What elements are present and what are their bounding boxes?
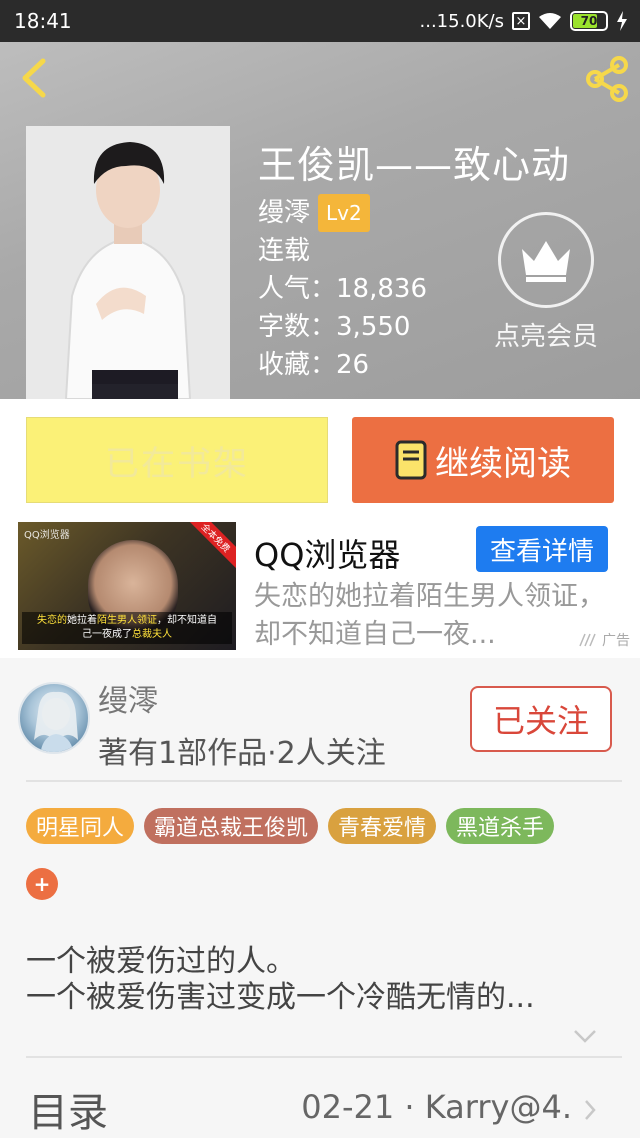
back-button[interactable] [14, 56, 54, 100]
ad-mark-icon [579, 633, 596, 647]
vip-button[interactable]: 点亮会员 [484, 212, 608, 353]
ad-description: 失恋的她拉着陌生男人领证，却不知道自己一夜... [254, 581, 605, 650]
tag-chip[interactable]: 霸道总裁王俊凯 [144, 808, 319, 844]
ad-image-caption: 失恋的她拉着陌生男人领证，却不知道自己一夜成了总裁夫人 [22, 612, 232, 644]
ad-tag: 广告 [572, 630, 634, 650]
ad-image-logo: QQ浏览器 [24, 530, 70, 541]
in-shelf-button[interactable]: 已在书架 [26, 417, 328, 503]
level-badge: Lv2 [318, 194, 370, 232]
word-count-label: 字数： [258, 312, 337, 342]
book-icon [395, 440, 427, 480]
chevron-down-icon[interactable] [572, 1026, 598, 1046]
latest-chapter: 02-21 · Karry@4. [301, 1088, 572, 1126]
caption-part: 总裁夫人 [132, 629, 172, 640]
caption-part: 陌生男人领证 [97, 615, 157, 626]
caption-part: 她拉着 [67, 615, 97, 626]
summary-line: 一个被爱伤过的人。 [26, 944, 296, 979]
no-sim-icon: × [512, 12, 530, 30]
caption-part: 失恋的 [37, 615, 67, 626]
battery-icon: 70 [570, 11, 608, 31]
caption-part: 己一夜成了 [82, 629, 132, 640]
divider [26, 780, 622, 782]
crown-icon [522, 241, 570, 282]
avatar-image [34, 691, 78, 752]
popularity-value: 18,836 [336, 274, 427, 304]
continue-reading-button[interactable]: 继续阅读 [352, 417, 614, 503]
status-bar: 18:41 ...15.0K/s × 70 [0, 0, 640, 42]
author-card-name[interactable]: 缦澪 [98, 676, 158, 720]
summary-line: 一个被爱伤害过变成一个冷酷无情的... [26, 980, 535, 1015]
add-tag-button[interactable]: + [26, 868, 58, 900]
status-time: 18:41 [14, 9, 72, 33]
ad-tag-label: 广告 [602, 633, 630, 649]
ad-image[interactable]: QQ浏览器 全本免费 失恋的她拉着陌生男人领证，却不知道自己一夜成了总裁夫人 [18, 522, 236, 650]
vip-label: 点亮会员 [493, 322, 598, 352]
ad-detail-button[interactable]: 查看详情 [476, 526, 608, 572]
ad-banner[interactable]: QQ浏览器 全本免费 失恋的她拉着陌生男人领证，却不知道自己一夜成了总裁夫人 Q… [0, 520, 640, 658]
action-row: 已在书架 继续阅读 [0, 399, 640, 520]
favorites-label: 收藏： [258, 350, 337, 380]
author-stats: 著有1部作品·2人关注 [98, 736, 386, 771]
charging-icon [617, 11, 627, 31]
tag-chip[interactable]: 明星同人 [26, 808, 135, 844]
battery-level: 70 [580, 14, 598, 28]
chevron-left-icon [22, 58, 46, 98]
crown-badge [498, 212, 594, 308]
ad-image-ribbon: 全本免费 [183, 522, 236, 570]
ad-title: QQ浏览器 [254, 536, 401, 574]
book-title: 王俊凯——致心动 [258, 143, 571, 187]
network-speed: ...15.0K/s [419, 10, 505, 32]
tag-list: 明星同人 霸道总裁王俊凯 青春爱情 黑道杀手 [26, 808, 555, 844]
chevron-right-icon [585, 1100, 596, 1120]
catalog-row[interactable]: 目录 02-21 · Karry@4. [0, 1058, 640, 1138]
book-cover[interactable] [26, 126, 230, 399]
book-summary[interactable]: 一个被爱伤过的人。 一个被爱伤害过变成一个冷酷无情的... [26, 944, 616, 1016]
cover-portrait [26, 126, 230, 399]
avatar[interactable] [18, 682, 90, 754]
status-indicators: ...15.0K/s × 70 [420, 11, 629, 32]
author-section: 缦澪 著有1部作品·2人关注 已关注 明星同人 霸道总裁王俊凯 青春爱情 黑道杀… [0, 658, 640, 1138]
following-button[interactable]: 已关注 [470, 686, 612, 752]
catalog-title: 目录 [28, 1090, 108, 1136]
word-count-value: 3,550 [336, 312, 411, 342]
share-button[interactable] [582, 54, 632, 104]
wifi-icon [539, 13, 561, 29]
book-header: 王俊凯——致心动 缦澪 Lv2 连载 人气：18,836 字数：3,550 收藏… [0, 42, 640, 399]
tag-chip[interactable]: 青春爱情 [328, 808, 437, 844]
continue-reading-label: 继续阅读 [435, 443, 571, 484]
favorites-value: 26 [336, 350, 370, 380]
popularity-label: 人气： [258, 274, 337, 304]
caption-part: ，却不知道自 [157, 615, 217, 626]
share-icon [586, 56, 628, 102]
tag-chip[interactable]: 黑道杀手 [446, 808, 555, 844]
author-name[interactable]: 缦澪 [258, 196, 310, 230]
